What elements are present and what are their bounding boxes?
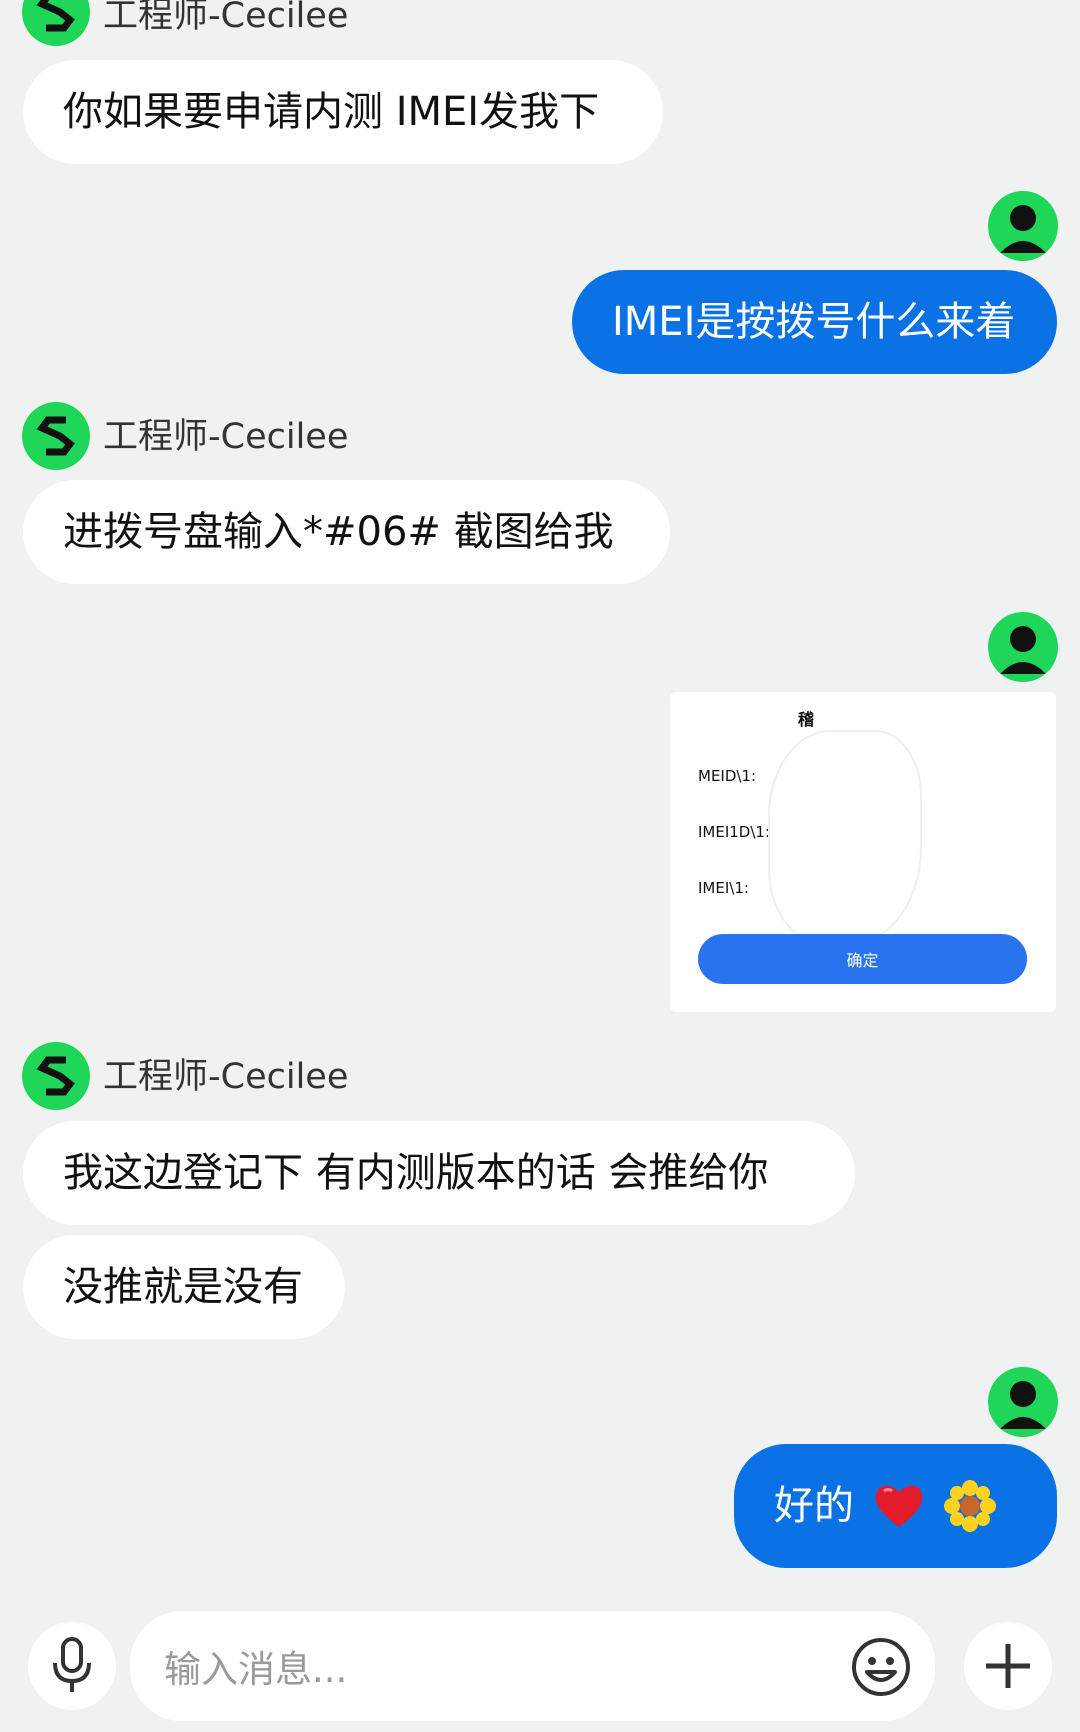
agent-avatar[interactable] bbox=[22, 1042, 90, 1110]
person-icon bbox=[1000, 205, 1046, 253]
screenshot-image[interactable]: 稽 MEID\1: IMEI1D\1: IMEI\1: 确定 bbox=[670, 692, 1056, 1012]
sender-name: 工程师-Cecilee bbox=[103, 0, 349, 36]
user-avatar[interactable] bbox=[988, 612, 1058, 682]
message-bubble-incoming[interactable]: 进拨号盘输入*#06# 截图给我 bbox=[23, 480, 670, 584]
plus-icon bbox=[986, 1644, 1030, 1688]
voice-button[interactable] bbox=[28, 1622, 116, 1710]
message-bubble-incoming[interactable]: 你如果要申请内测 IMEI发我下 bbox=[23, 60, 663, 164]
message-bubble-outgoing[interactable]: 好的 bbox=[734, 1444, 1057, 1568]
screenshot-dialog: 稽 MEID\1: IMEI1D\1: IMEI\1: 确定 bbox=[670, 692, 1056, 1012]
message-bubble-incoming[interactable]: 没推就是没有 bbox=[23, 1235, 345, 1339]
dialog-confirm-button: 确定 bbox=[698, 934, 1027, 984]
emoji-icon[interactable] bbox=[850, 1636, 912, 1698]
sender-name: 工程师-Cecilee bbox=[103, 417, 349, 457]
sunflower-emoji bbox=[944, 1480, 996, 1532]
person-icon bbox=[1000, 626, 1046, 674]
dialog-title: 稽 bbox=[798, 710, 815, 729]
message-input[interactable]: 输入消息... bbox=[130, 1611, 935, 1721]
agent-avatar[interactable] bbox=[22, 402, 90, 470]
microphone-icon bbox=[53, 1637, 91, 1692]
add-button[interactable] bbox=[964, 1622, 1052, 1710]
message-bubble-incoming[interactable]: 我这边登记下 有内测版本的话 会推给你 bbox=[23, 1121, 855, 1225]
message-text: 好的 bbox=[774, 1483, 854, 1529]
dialog-row: IMEI1D\1: bbox=[698, 823, 771, 841]
s-logo-icon bbox=[36, 0, 75, 32]
agent-avatar[interactable] bbox=[22, 0, 90, 46]
heart-emoji bbox=[875, 1485, 923, 1527]
sender-name: 工程师-Cecilee bbox=[103, 1057, 349, 1097]
dialog-row: IMEI\1: bbox=[698, 879, 749, 897]
s-logo-icon bbox=[36, 416, 75, 456]
person-icon bbox=[1000, 1381, 1046, 1429]
dialog-row: MEID\1: bbox=[698, 767, 757, 785]
user-avatar[interactable] bbox=[988, 1367, 1058, 1437]
message-input-placeholder: 输入消息... bbox=[164, 1648, 348, 1691]
s-logo-icon bbox=[36, 1056, 75, 1096]
message-bubble-outgoing[interactable]: IMEI是按拨号什么来着 bbox=[572, 270, 1057, 374]
redaction-blob bbox=[770, 732, 920, 942]
user-avatar[interactable] bbox=[988, 191, 1058, 261]
